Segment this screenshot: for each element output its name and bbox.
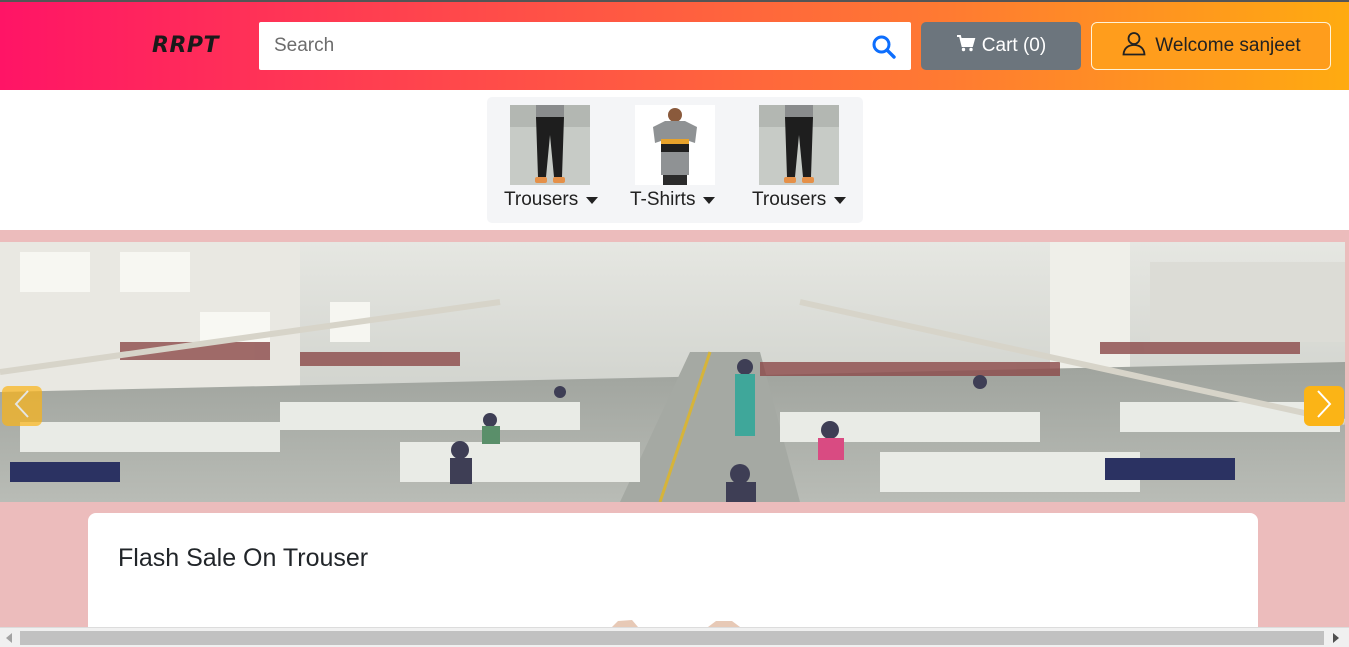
- carousel-next-button[interactable]: [1304, 386, 1344, 426]
- carousel-prev-button[interactable]: [2, 386, 42, 426]
- scrollbar-thumb[interactable]: [20, 631, 1324, 645]
- logo[interactable]: RRPT: [152, 33, 219, 58]
- cart-label: Cart (0): [981, 35, 1047, 56]
- category-label: Trousers: [504, 189, 599, 211]
- category-menu: Trousers T-Shirts Trousers: [487, 97, 863, 223]
- user-welcome-label: Welcome sanjeet: [1155, 35, 1301, 56]
- category-item-tshirts[interactable]: T-Shirts: [613, 97, 735, 223]
- search-bar: [259, 22, 911, 70]
- product-image-edge: [612, 620, 740, 627]
- user-icon: [1121, 30, 1147, 62]
- category-item-trousers[interactable]: Trousers: [735, 97, 863, 223]
- trousers-thumbnail: [759, 105, 839, 185]
- user-account-button[interactable]: Welcome sanjeet: [1091, 22, 1331, 70]
- chevron-left-icon: [12, 389, 32, 424]
- carousel-slide-image: [0, 242, 1345, 502]
- search-icon[interactable]: [871, 34, 897, 60]
- cart-button[interactable]: Cart (0): [921, 22, 1081, 70]
- scroll-left-icon[interactable]: [6, 633, 12, 643]
- caret-down-icon: [834, 196, 847, 204]
- category-label: Trousers: [752, 189, 847, 211]
- section-title: Flash Sale On Trouser: [118, 544, 369, 572]
- category-label: T-Shirts: [630, 189, 716, 211]
- horizontal-scrollbar[interactable]: [0, 627, 1349, 647]
- trousers-thumbnail: [510, 105, 590, 185]
- category-item-trousers[interactable]: Trousers: [487, 97, 613, 223]
- search-input[interactable]: [259, 22, 859, 70]
- scroll-right-icon[interactable]: [1333, 633, 1339, 643]
- flash-sale-card: Flash Sale On Trouser: [88, 513, 1258, 643]
- page: RRPT Cart (0): [0, 0, 1349, 647]
- header: RRPT Cart (0): [0, 2, 1349, 90]
- caret-down-icon: [703, 196, 716, 204]
- caret-down-icon: [586, 196, 599, 204]
- chevron-right-icon: [1314, 389, 1334, 424]
- cart-icon: [956, 34, 976, 58]
- tshirt-thumbnail: [635, 105, 715, 185]
